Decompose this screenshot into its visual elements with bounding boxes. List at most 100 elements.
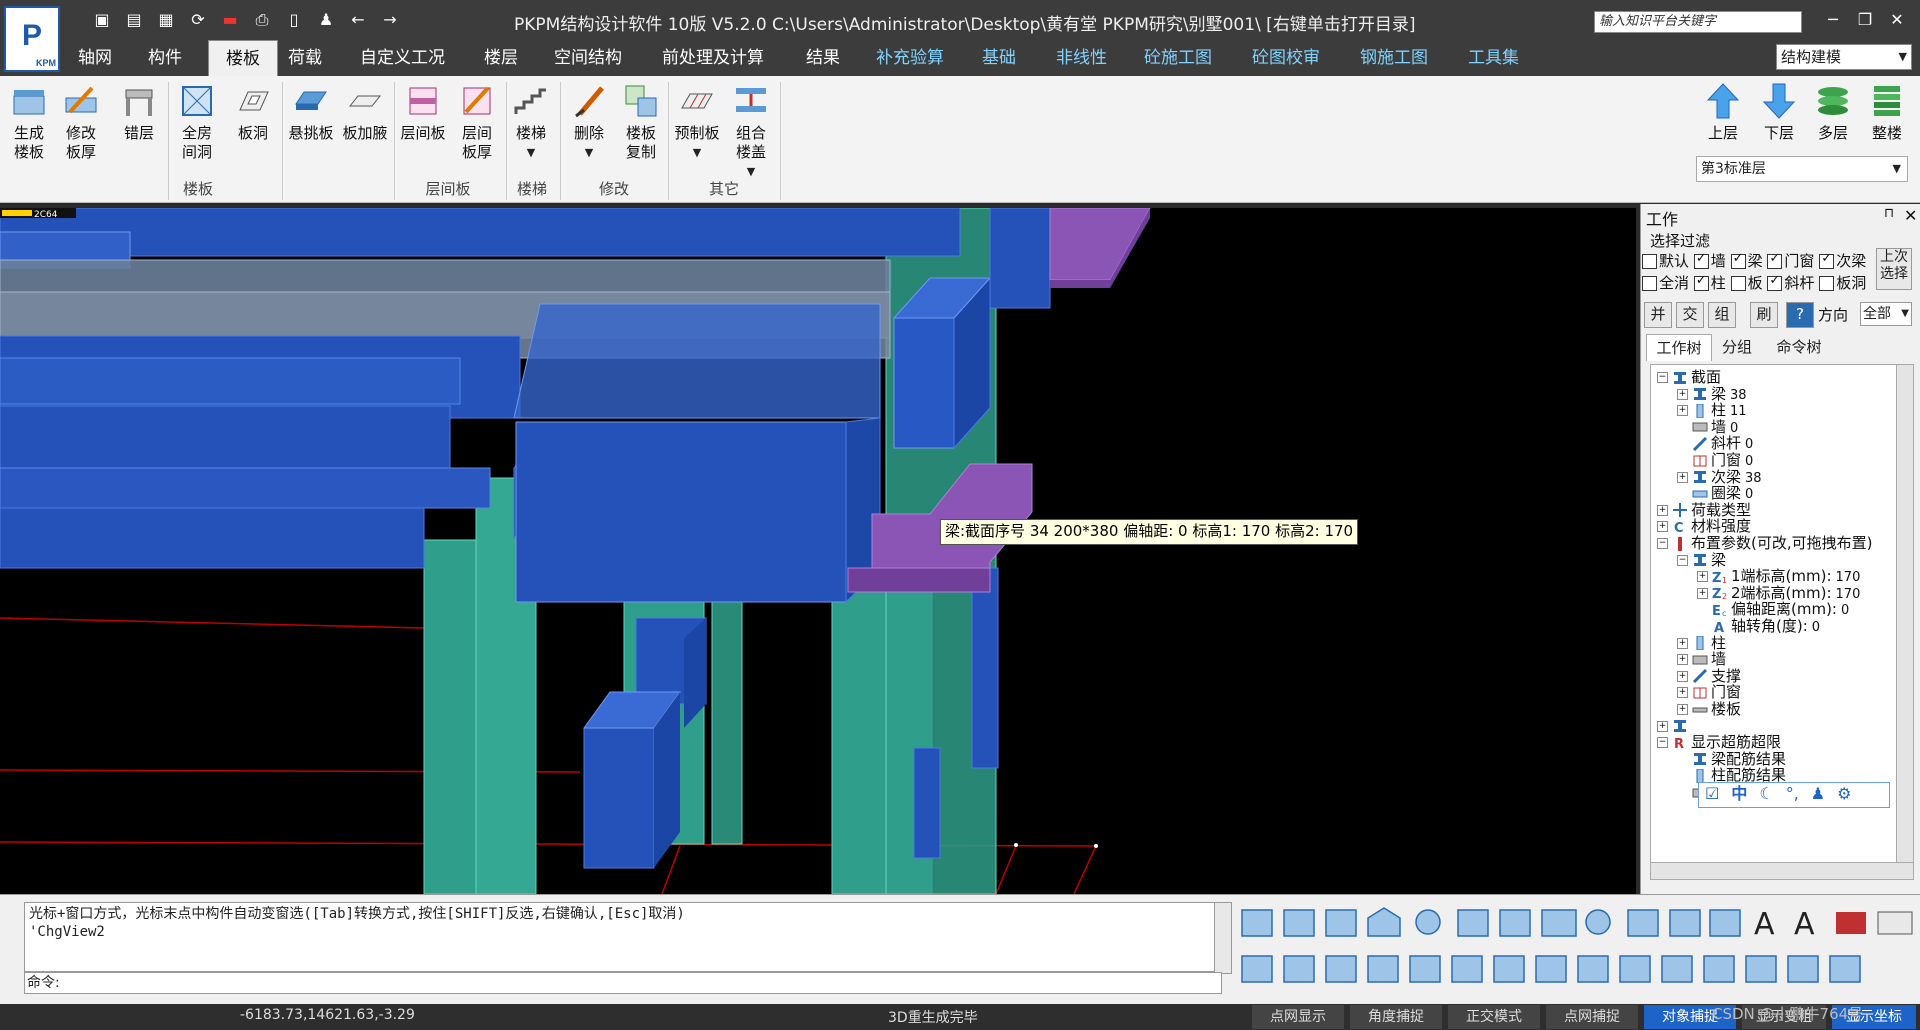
floor-up-button[interactable]: 上层 (1696, 82, 1750, 143)
whole-building-button[interactable]: 整楼 (1860, 82, 1914, 143)
menu-foundation[interactable]: 基础 (978, 40, 1020, 76)
tree-expand-icon[interactable]: + (1677, 704, 1688, 715)
menu-steel-drawing[interactable]: 钢施工图 (1356, 40, 1432, 76)
tree-expand-icon[interactable]: + (1677, 654, 1688, 666)
checkbox-slab-hole[interactable] (1819, 276, 1835, 291)
generate-slab-button[interactable]: 生成 楼板 (2, 82, 56, 162)
tab-group[interactable]: 分组 (1712, 334, 1762, 360)
tree-expand-icon[interactable]: + (1657, 720, 1668, 732)
filter-window[interactable]: 门窗 (1767, 251, 1814, 270)
filter-brace[interactable]: 斜杆 (1767, 273, 1814, 292)
filter-slab-hole[interactable]: 板洞 (1819, 274, 1866, 292)
save-icon[interactable]: ▣ (92, 10, 112, 30)
undo-icon[interactable]: ← (348, 10, 368, 30)
tab-work-tree[interactable]: 工作树 (1646, 334, 1712, 361)
tree-expand-icon[interactable]: + (1697, 571, 1708, 583)
menu-load[interactable]: 荷载 (284, 40, 326, 76)
menu-concrete-drawing[interactable]: 砼施工图 (1140, 40, 1216, 76)
tree-expand-icon[interactable]: + (1657, 504, 1668, 516)
checkbox-column[interactable] (1693, 273, 1709, 291)
clipboard-icon[interactable]: ▯ (284, 10, 304, 30)
filter-wall[interactable]: 墙 (1693, 251, 1726, 270)
floor-select[interactable]: 第3标准层 ▼ (1696, 156, 1908, 182)
filter-clear[interactable]: 全消 (1642, 274, 1689, 292)
ime-chinese-toggle[interactable]: 中 (1731, 784, 1747, 803)
tree-expand-icon[interactable]: + (1697, 587, 1708, 599)
filter-beam[interactable]: 梁 (1730, 251, 1763, 270)
redo-icon[interactable]: → (380, 10, 400, 30)
menu-nonlinear[interactable]: 非线性 (1052, 40, 1111, 76)
ime-punct-icon[interactable]: °, (1786, 784, 1799, 803)
tree-expand-icon[interactable]: − (1657, 538, 1668, 549)
direction-select[interactable]: 全部 ▼ (1860, 302, 1912, 326)
tree-horizontal-scrollbar[interactable] (1650, 862, 1914, 880)
menu-preprocess[interactable]: 前处理及计算 (658, 40, 768, 76)
checkbox-slab[interactable] (1730, 276, 1746, 291)
intersect-button[interactable]: 交 (1676, 302, 1704, 328)
dwg-icon[interactable]: ▬ (220, 10, 240, 30)
full-room-hole-button[interactable]: 全房 间洞 (170, 82, 224, 162)
command-input[interactable]: 命令: (24, 972, 1222, 994)
union-button[interactable]: 并 (1644, 302, 1672, 328)
last-selection-button[interactable]: 上次 选择 (1876, 248, 1912, 290)
tree-expand-icon[interactable]: + (1677, 471, 1688, 483)
grid-display-toggle[interactable]: 点网显示 (1252, 1005, 1344, 1029)
modify-thickness-button[interactable]: 修改 板厚 (54, 82, 108, 162)
tree-vertical-scrollbar[interactable] (1896, 364, 1914, 864)
ime-user-icon[interactable]: ♟ (1811, 784, 1825, 803)
menu-floor[interactable]: 楼层 (480, 40, 522, 76)
tree-expand-icon[interactable]: + (1657, 521, 1668, 533)
floor-down-button[interactable]: 下层 (1752, 82, 1806, 143)
menu-space-structure[interactable]: 空间结构 (550, 40, 626, 76)
knowledge-search-input[interactable]: 输入知识平台关键字 (1594, 11, 1802, 33)
ime-moon-icon[interactable]: ☾ (1759, 784, 1773, 803)
tree-expand-icon[interactable]: + (1677, 388, 1688, 400)
filter-secondary-beam[interactable]: 次梁 (1819, 251, 1866, 270)
menu-component[interactable]: 构件 (144, 40, 186, 76)
tree-expand-icon[interactable]: − (1657, 737, 1668, 749)
filter-slab[interactable]: 板 (1730, 274, 1763, 292)
tab-command-tree[interactable]: 命令树 (1764, 334, 1834, 360)
combo-cover-button[interactable]: 组合 楼盖 ▼ (724, 82, 778, 181)
menu-concrete-review[interactable]: 砼图校审 (1248, 40, 1324, 76)
mode-select[interactable]: 结构建模 ▼ (1776, 44, 1912, 70)
ortho-mode-toggle[interactable]: 正交模式 (1448, 1005, 1540, 1029)
pin-icon[interactable]: ⊓ (1884, 206, 1894, 221)
print-icon[interactable]: ⎙ (252, 10, 272, 30)
minimize-icon[interactable]: ─ (1818, 8, 1848, 32)
menu-toolset[interactable]: 工具集 (1464, 40, 1523, 76)
menu-result[interactable]: 结果 (802, 40, 844, 76)
tree-expand-icon[interactable]: − (1657, 372, 1668, 383)
ime-gear-icon[interactable]: ⚙ (1837, 784, 1851, 803)
copy-slab-button[interactable]: 楼板 复制 (614, 82, 668, 162)
inter-slab-button[interactable]: 层间板 (396, 82, 450, 143)
inter-slab-thickness-button[interactable]: 层间 板厚 (450, 82, 504, 162)
help-icon[interactable]: ? (1786, 302, 1814, 328)
cantilever-slab-button[interactable]: 悬挑板 (284, 82, 338, 143)
group-button[interactable]: 组 (1708, 302, 1736, 328)
stagger-floor-button[interactable]: 错层 (112, 82, 166, 143)
checkbox-window[interactable] (1767, 251, 1783, 269)
checkbox-brace[interactable] (1767, 273, 1783, 291)
checkbox-secondary-beam[interactable] (1819, 251, 1835, 269)
menu-supplement[interactable]: 补充验算 (872, 40, 948, 76)
slab-haunch-button[interactable]: 板加腋 (338, 82, 392, 143)
tree-expand-icon[interactable]: + (1677, 687, 1688, 699)
precast-slab-button[interactable]: 预制板 ▼ (670, 82, 724, 162)
save-all-icon[interactable]: ▦ (156, 10, 176, 30)
menu-slab[interactable]: 楼板 (208, 40, 278, 78)
user-icon[interactable]: ♟ (316, 10, 336, 30)
model-viewport[interactable]: 2C64 (0, 208, 1636, 894)
stair-button[interactable]: 楼梯 ▼ (504, 82, 558, 162)
angle-snap-toggle[interactable]: 角度捕捉 (1350, 1005, 1442, 1029)
filter-default[interactable]: 默认 (1642, 252, 1689, 270)
tree-expand-icon[interactable]: + (1677, 637, 1688, 649)
ime-toolbar[interactable]: ☑ 中 ☾ °, ♟ ⚙ (1698, 782, 1890, 808)
delete-button[interactable]: 删除 ▼ (562, 82, 616, 162)
checkbox-wall[interactable] (1693, 251, 1709, 269)
checkbox-beam[interactable] (1730, 251, 1746, 269)
menu-axis[interactable]: 轴网 (74, 40, 116, 76)
tree-expand-icon[interactable]: + (1677, 670, 1688, 682)
restore-icon[interactable]: ❐ (1850, 8, 1880, 32)
menu-custom-case[interactable]: 自定义工况 (356, 40, 449, 76)
